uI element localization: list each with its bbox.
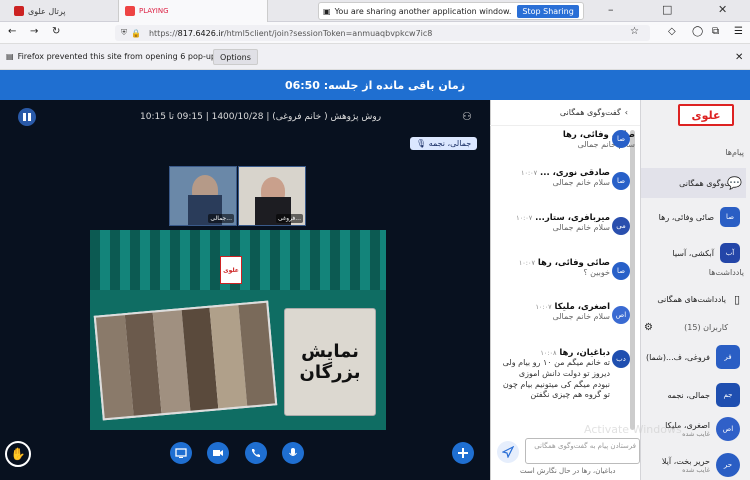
- account-icon[interactable]: ◯: [692, 26, 703, 37]
- menu-icon[interactable]: ☰: [734, 26, 743, 37]
- chevron-left-icon[interactable]: ‹: [625, 108, 628, 117]
- popup-blocked-bar: ▤ Firefox prevented this site from openi…: [0, 44, 750, 70]
- chat-message: صادقی نوری، ... ۱۰:۰۷ سلام خانم جمالی: [520, 168, 610, 187]
- user-list-item[interactable]: جمالی، نجمه جم: [641, 380, 746, 410]
- typing-indicator: دباغیان، رها در حال نگارش است: [520, 467, 616, 475]
- popup-options-button[interactable]: Options: [213, 49, 258, 65]
- plus-icon: [458, 448, 468, 458]
- minimize-icon[interactable]: –: [608, 3, 614, 16]
- send-icon: [502, 446, 514, 458]
- session-title: روش پژوهش ( خانم فروغی) | 1400/10/28 | 0…: [140, 112, 382, 122]
- chat-message: میربافری، ستار... ۱۰:۰۷ سلام خانم جمالی: [516, 213, 610, 232]
- pocket-icon[interactable]: ◇: [668, 26, 676, 37]
- stop-sharing-button[interactable]: Stop Sharing: [517, 4, 579, 18]
- camera-icon: [213, 450, 223, 456]
- portraits-image: [93, 300, 278, 421]
- toggle-user-list-icon[interactable]: [18, 108, 36, 126]
- chat-message: دباغیان، رها ۱۰:۰۸ ته خانم میگم من ۱۰ رو…: [502, 348, 610, 400]
- notes-icon: ▯: [733, 292, 740, 306]
- chat-header: گفت‌وگوی همگانی ‹: [490, 100, 640, 126]
- webcam-tile-1[interactable]: جمالی...: [169, 166, 237, 226]
- slide-title-scroll: نمایش بزرگان: [284, 308, 376, 416]
- chat-message-input[interactable]: فرستادن پیام به گفت‌وگوی همگانی: [525, 438, 640, 464]
- chat-message: اصغری، ملیکا ۱۰:۰۷ سلام خانم جمالی: [535, 302, 610, 321]
- raise-hand-icon[interactable]: ✋: [5, 441, 31, 467]
- avatar: صا: [612, 130, 630, 148]
- presenter-mic-icon: 🎙: [416, 139, 427, 148]
- user-list-item[interactable]: حریر بخت، آیلا غایب شده حر: [641, 450, 746, 480]
- webcam-button[interactable]: [207, 442, 229, 464]
- user-settings-icon[interactable]: ⚇: [462, 110, 472, 123]
- chat-message: صائی وفائی، رها ۱۰:۰۷ خوبین ؟: [518, 258, 610, 277]
- user-list-item[interactable]: فروغی، ف...(شما) فر: [641, 342, 746, 372]
- close-icon[interactable]: ✕: [718, 3, 727, 16]
- share-icon: ▣: [323, 6, 331, 16]
- sidebar-item-private-chat[interactable]: صائی وفائی، رها صا: [641, 202, 746, 232]
- presenter-badge: 🎙 جمالی، نجمه: [410, 137, 478, 150]
- shield-icon: ⛨: [121, 28, 127, 37]
- screen-share-notice: ▣ You are sharing another application wi…: [318, 2, 584, 20]
- chat-bubble-icon: 💬: [727, 176, 742, 190]
- playing-favicon-icon: [125, 6, 135, 16]
- sidebar-item-shared-notes[interactable]: یادداشت‌های همگانی ▯: [641, 284, 746, 314]
- avatar: صا: [612, 172, 630, 190]
- lock-icon: 🔒: [131, 28, 141, 38]
- avatar: صا: [612, 262, 630, 280]
- alavi-logo: علوی: [678, 104, 734, 126]
- chat-scrollbar[interactable]: [630, 130, 635, 430]
- microphone-icon: [289, 448, 297, 456]
- popup-blocked-icon: ▤: [6, 52, 14, 61]
- sidebar-item-private-chat[interactable]: آبکشی، آسیا آب: [641, 238, 746, 268]
- users-section-title: کاربران (15): [684, 323, 728, 332]
- activate-windows-watermark: Activate Windows: [584, 423, 682, 436]
- notes-section-title: یادداشت‌ها: [708, 268, 744, 277]
- settings-gear-icon[interactable]: ⚙: [644, 322, 653, 333]
- extensions-icon[interactable]: ⧉: [712, 26, 719, 37]
- presentation-slide: علوی نمایش بزرگان: [90, 230, 386, 430]
- session-timer: زمان باقی مانده از جلسه: 06:50: [0, 70, 750, 100]
- popup-close-icon[interactable]: ✕: [735, 52, 743, 63]
- share-screen-button[interactable]: [170, 442, 192, 464]
- avatar: می: [612, 217, 630, 235]
- phone-icon: [252, 449, 260, 457]
- bookmark-star-icon[interactable]: ☆: [630, 26, 639, 37]
- monitor-icon: [175, 448, 187, 458]
- microphone-button[interactable]: [282, 442, 304, 464]
- actions-plus-button[interactable]: [452, 442, 474, 464]
- avatar: دب: [612, 350, 630, 368]
- url-bar[interactable]: ⛨ 🔒 https://817.6426.ir/html5client/join…: [115, 25, 650, 41]
- portal-favicon-icon: [14, 6, 24, 16]
- maximize-icon[interactable]: □: [662, 3, 672, 16]
- forward-icon[interactable]: →: [30, 26, 38, 37]
- sidebar-item-public-chat[interactable]: گفت‌وگوی همگانی 💬: [641, 168, 746, 198]
- avatar: اص: [612, 306, 630, 324]
- send-message-button[interactable]: [497, 441, 519, 463]
- slide-logo: علوی: [220, 256, 242, 284]
- reload-icon[interactable]: ↻: [52, 26, 60, 37]
- tab-playing[interactable]: PLAYING: [118, 0, 268, 22]
- back-icon[interactable]: ←: [8, 26, 16, 37]
- messages-section-title: پیام‌ها: [725, 148, 744, 157]
- tab-alavi-portal[interactable]: پرتال علوی: [8, 0, 71, 22]
- audio-button[interactable]: [245, 442, 267, 464]
- webcam-tile-2[interactable]: فروغی...: [238, 166, 306, 226]
